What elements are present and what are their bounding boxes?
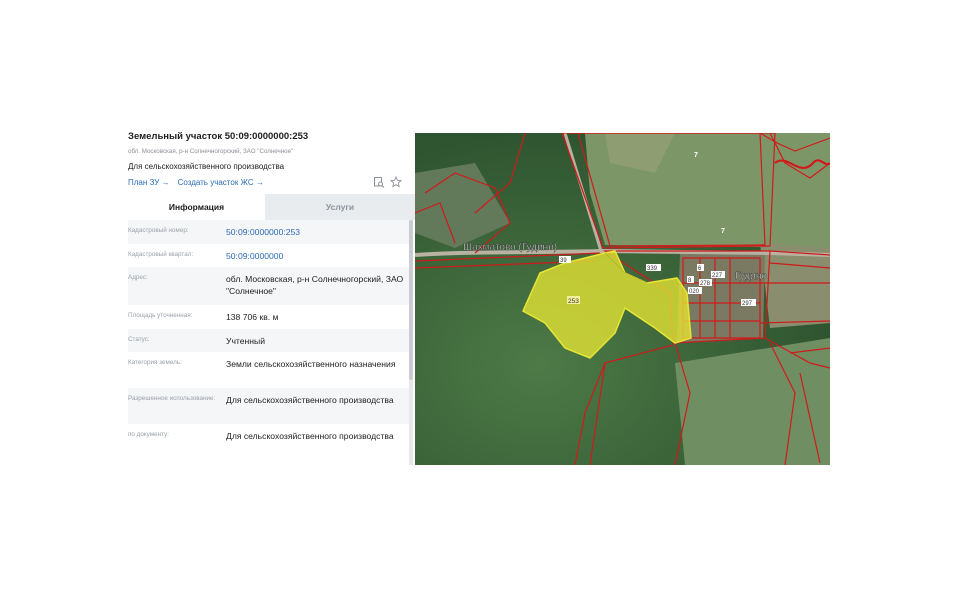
- parcel-links: План ЗУ → Создать участок ЖС →: [128, 178, 264, 187]
- parcel-label-253: 253: [568, 298, 579, 305]
- map-view[interactable]: Шахматово (Гудино) Гудино 253 7 7 39 339…: [415, 133, 830, 465]
- row-label: Кадастровый номер:: [128, 227, 189, 234]
- row-label: по документу:: [128, 431, 169, 438]
- satellite-map[interactable]: Шахматово (Гудино) Гудино 253 7 7 39 339…: [415, 133, 830, 465]
- village-label-shakhmatovo: Шахматово (Гудино): [463, 242, 557, 253]
- star-icon[interactable]: [389, 175, 403, 188]
- parcel-label-278: 278: [700, 281, 711, 287]
- info-table: Кадастровый номер: 50:09:0000000:253 Кад…: [128, 220, 409, 462]
- address-value: обл. Московская, р-н Солнечногорский, ЗА…: [226, 274, 404, 296]
- parcel-info-panel: Земельный участок 50:09:0000000:253 обл.…: [128, 131, 415, 465]
- row-permitted-use: Разрешенное использование: Для сельскохо…: [128, 388, 409, 424]
- village-label-gudino: Гудино: [735, 271, 767, 282]
- row-cadastral-quarter: Кадастровый квартал: 50:09:0000000: [128, 244, 409, 267]
- land-category-value: Земли сельскохозяйственного назначения: [226, 359, 396, 369]
- tab-services[interactable]: Услуги: [265, 194, 415, 220]
- parcel-label-7: 7: [694, 152, 698, 159]
- parcel-label-020: 020: [689, 289, 700, 295]
- parcel-label-339: 339: [647, 266, 658, 272]
- row-label: Статус:: [128, 336, 150, 343]
- row-label: Площадь уточненная:: [128, 312, 193, 319]
- cadastral-quarter-link[interactable]: 50:09:0000000: [226, 250, 406, 262]
- parcel-label-7b: 7: [721, 228, 725, 235]
- create-parcel-link[interactable]: Создать участок ЖС →: [178, 178, 264, 187]
- parcel-label-227: 227: [712, 273, 723, 279]
- area-value: 138 706 кв. м: [226, 312, 279, 322]
- row-area: Площадь уточненная: 138 706 кв. м: [128, 305, 409, 329]
- row-land-category: Категория земель: Земли сельскохозяйстве…: [128, 352, 409, 388]
- scrollbar-thumb[interactable]: [409, 220, 413, 380]
- permitted-use-value: Для сельскохозяйственного производства: [226, 395, 394, 405]
- parcel-label-297: 297: [742, 301, 753, 307]
- tabs: Информация Услуги: [128, 194, 415, 220]
- row-label: Адрес:: [128, 274, 148, 281]
- by-document-value: Для сельскохозяйственного производства: [226, 431, 394, 441]
- tab-information[interactable]: Информация: [128, 194, 265, 220]
- row-label: Категория земель:: [128, 359, 182, 366]
- scrollbar[interactable]: [409, 220, 413, 465]
- parcel-title: Земельный участок 50:09:0000000:253: [128, 131, 309, 142]
- row-by-document: по документу: Для сельскохозяйственного …: [128, 424, 409, 462]
- row-label: Разрешенное использование:: [128, 395, 216, 402]
- row-status: Статус: Учтенный: [128, 329, 409, 352]
- plan-link[interactable]: План ЗУ →: [128, 178, 170, 187]
- parcel-address-short: обл. Московская, р-н Солнечногорский, ЗА…: [128, 148, 294, 155]
- row-label: Кадастровый квартал:: [128, 251, 194, 258]
- cadastral-number-link[interactable]: 50:09:0000000:253: [226, 226, 406, 238]
- row-address: Адрес: обл. Московская, р-н Солнечногорс…: [128, 267, 409, 305]
- parcel-purpose: Для сельскохозяйственного производства: [128, 162, 285, 171]
- status-value: Учтенный: [226, 336, 266, 346]
- search-document-icon[interactable]: [373, 176, 385, 188]
- row-cadastral-number: Кадастровый номер: 50:09:0000000:253: [128, 220, 409, 244]
- parcel-label-39: 39: [560, 258, 567, 264]
